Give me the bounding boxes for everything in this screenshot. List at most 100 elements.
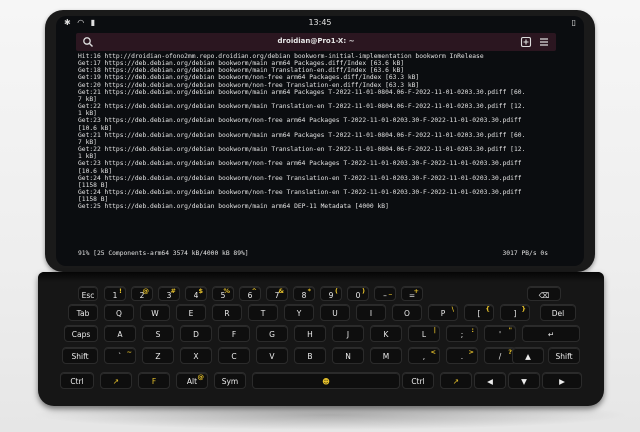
key-esc[interactable]: Esc [78, 286, 98, 301]
key-shift-left[interactable]: Shift [62, 347, 98, 364]
key-label: Y [296, 309, 302, 318]
key-b[interactable]: B [294, 347, 326, 364]
hamburger-menu-icon[interactable] [538, 36, 550, 48]
key-n[interactable]: N [332, 347, 364, 364]
key-up[interactable]: ▲ [512, 347, 544, 364]
key-o[interactable]: O [392, 304, 422, 321]
key-q[interactable]: Q [104, 304, 134, 321]
key-1[interactable]: 1! [104, 286, 126, 301]
key-label: B [307, 352, 313, 361]
key-ctrl-right[interactable]: Ctrl [402, 372, 434, 389]
key-5[interactable]: 5% [212, 286, 234, 301]
key-label: = [408, 291, 416, 300]
key-fxtec[interactable]: F [138, 372, 170, 389]
terminal-line: Get:24 https://deb.debian.org/debian boo… [78, 174, 522, 182]
terminal-line: 7 kB] [78, 138, 97, 146]
terminal-output[interactable]: Hit:16 http://droidian-ofono2mm.repo.dro… [78, 53, 554, 261]
key-quote[interactable]: ' " [484, 325, 516, 342]
key-label: ↵ [547, 330, 555, 339]
key-m[interactable]: M [370, 347, 402, 364]
terminal-line: Get:20 https://deb.debian.org/debian boo… [78, 81, 420, 89]
key-backspace[interactable]: ⌫ [527, 286, 561, 301]
key-3[interactable]: 3 # [158, 286, 180, 301]
key-v[interactable]: V [256, 347, 288, 364]
key-w[interactable]: W [140, 304, 170, 321]
key-fn-arrow-right[interactable]: ↗ [440, 372, 472, 389]
terminal-line: Get:19 https://deb.debian.org/debian boo… [78, 74, 420, 82]
key-tab[interactable]: Tab [68, 304, 98, 321]
key-9[interactable]: 9( [320, 286, 342, 301]
key-z[interactable]: Z [142, 347, 174, 364]
key-s[interactable]: S [142, 325, 174, 342]
key-d[interactable]: D [180, 325, 212, 342]
key-fn-arrow[interactable]: ↗ [100, 372, 132, 389]
key-4[interactable]: 4 $ [185, 286, 207, 301]
key-c[interactable]: C [218, 347, 250, 364]
key-ctrl-left[interactable]: Ctrl [60, 372, 94, 389]
key-label: W [151, 309, 159, 318]
key-p[interactable]: P \ [428, 304, 458, 321]
key-i[interactable]: I [356, 304, 386, 321]
key-label: Q [116, 309, 122, 318]
key-7[interactable]: 7 & [266, 286, 288, 301]
key-label: C [231, 352, 237, 361]
key-6[interactable]: 6 ^ [239, 286, 261, 301]
key-caps[interactable]: Caps [64, 325, 98, 342]
key-right[interactable]: ▶ [542, 372, 582, 389]
key-k[interactable]: K [370, 325, 402, 342]
key-x[interactable]: X [180, 347, 212, 364]
key-l[interactable]: L | [408, 325, 440, 342]
key-label: V [269, 352, 275, 361]
key-j[interactable]: J [332, 325, 364, 342]
key-space[interactable]: ☻ [252, 372, 400, 389]
key-shift-right[interactable]: Shift [548, 347, 580, 364]
battery-icon: ▯ [571, 18, 576, 27]
key-left[interactable]: ◀ [474, 372, 506, 389]
key-label: D [193, 330, 199, 339]
key-lbracket[interactable]: [{ [464, 304, 494, 321]
terminal-line: Get:23 https://deb.debian.org/debian boo… [78, 117, 522, 125]
key-equals[interactable]: = + [401, 286, 423, 301]
key-h[interactable]: H [294, 325, 326, 342]
key-secondary-label: " [508, 326, 512, 334]
key-enter[interactable]: ↵ [522, 325, 580, 342]
key-backtick[interactable]: ` ~ [104, 347, 136, 364]
key-secondary-label: ~ [126, 348, 132, 356]
key-label: 6 [247, 291, 253, 300]
key-label: G [269, 330, 275, 339]
key-label: – [383, 291, 387, 300]
key-label: Shift [555, 352, 573, 361]
key-r[interactable]: R [212, 304, 242, 321]
key-alt[interactable]: Alt @ [176, 372, 208, 389]
terminal-line: [10.6 kB] [78, 124, 113, 132]
key-0[interactable]: 0) [347, 286, 369, 301]
new-tab-icon[interactable] [520, 36, 532, 48]
key-g[interactable]: G [256, 325, 288, 342]
key-u[interactable]: U [320, 304, 350, 321]
terminal-line: Get:22 https://deb.debian.org/debian boo… [78, 146, 526, 154]
key-minus[interactable]: – _ [374, 286, 396, 301]
key-rbracket[interactable]: ]} [500, 304, 530, 321]
key-sym[interactable]: Sym [214, 372, 246, 389]
key-e[interactable]: E [176, 304, 206, 321]
key-2[interactable]: 2 @ [131, 286, 153, 301]
key-comma[interactable]: , < [408, 347, 440, 364]
key-del[interactable]: Del [540, 304, 576, 321]
key-down[interactable]: ▼ [508, 372, 540, 389]
key-y[interactable]: Y [284, 304, 314, 321]
key-label: ↗ [452, 377, 460, 386]
key-t[interactable]: T [248, 304, 278, 321]
terminal-line: Get:17 https://deb.debian.org/debian boo… [78, 60, 405, 68]
key-label: 8 [301, 291, 307, 300]
key-label: 1 [112, 291, 118, 300]
key-8[interactable]: 8 * [293, 286, 315, 301]
key-semicolon[interactable]: ;: [446, 325, 478, 342]
key-a[interactable]: A [104, 325, 136, 342]
key-period[interactable]: . > [446, 347, 478, 364]
key-label: ▼ [521, 377, 527, 386]
key-secondary-label: + [413, 287, 419, 295]
key-label: Del [551, 309, 565, 318]
key-secondary-label: $ [198, 287, 203, 295]
key-label: Caps [71, 330, 91, 339]
key-f[interactable]: F [218, 325, 250, 342]
